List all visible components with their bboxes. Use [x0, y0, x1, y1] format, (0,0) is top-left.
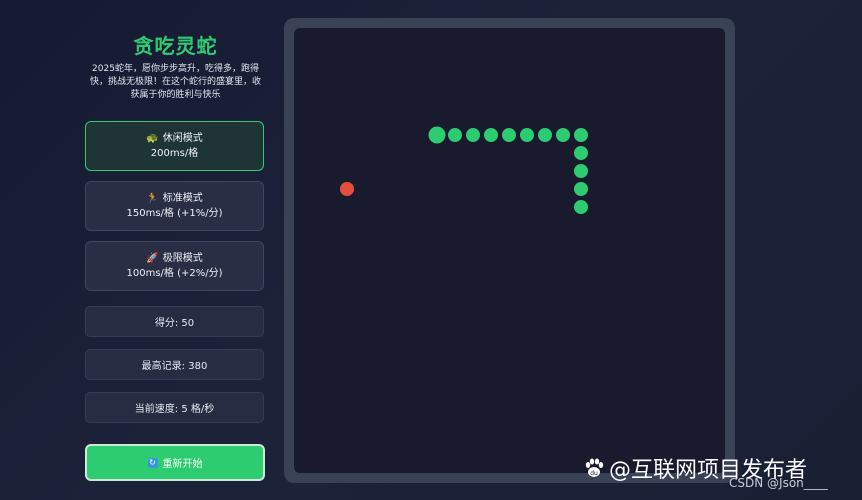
snake-segment: [466, 128, 480, 142]
snake-head: [428, 126, 446, 144]
mode-speed: 150ms/格 (+1%/分): [126, 208, 223, 219]
sidebar: 贪吃灵蛇 2025蛇年，愿你步步高升，吃得多，跑得快，挑战无极限！在这个蛇行的盛…: [85, 0, 266, 500]
snake-segment: [574, 164, 588, 178]
watermark-sub: CSDN @Json____: [729, 476, 828, 490]
snake-segment: [574, 128, 588, 142]
mode-button-extreme[interactable]: 🚀 极限模式 100ms/格 (+2%/分): [85, 241, 264, 291]
restart-icon: ↻: [147, 457, 158, 468]
snake-segment: [484, 128, 498, 142]
svg-text:du: du: [590, 470, 598, 477]
snake-segment: [448, 128, 462, 142]
mode-speed: 200ms/格: [150, 148, 199, 159]
turtle-icon: 🐢: [146, 133, 159, 144]
mode-button-casual[interactable]: 🐢 休闲模式 200ms/格: [85, 121, 264, 171]
mode-name: 极限模式: [162, 253, 203, 264]
game-title: 贪吃灵蛇: [133, 34, 218, 58]
snake-segment: [574, 146, 588, 160]
speed-display: 当前速度: 5 格/秒: [85, 392, 264, 423]
restart-button[interactable]: ↻ 重新开始: [85, 444, 265, 481]
restart-label: 重新开始: [162, 459, 203, 470]
paw-icon: du: [585, 458, 604, 477]
board-canvas: [340, 126, 588, 214]
mode-speed: 100ms/格 (+2%/分): [126, 268, 223, 279]
mode-button-standard[interactable]: 🏃 标准模式 150ms/格 (+1%/分): [85, 181, 264, 231]
mode-name: 标准模式: [162, 193, 203, 204]
snake-segment: [538, 128, 552, 142]
snake-segment: [574, 182, 588, 196]
snake-segment: [502, 128, 516, 142]
snake-segment: [520, 128, 534, 142]
snake-segment: [556, 128, 570, 142]
mode-name: 休闲模式: [162, 133, 203, 144]
game-board[interactable]: [294, 28, 725, 473]
snake-segment: [574, 200, 588, 214]
game-board-frame: [284, 18, 735, 483]
food-item: [340, 182, 354, 196]
runner-icon: 🏃: [146, 193, 159, 204]
rocket-icon: 🚀: [146, 253, 159, 264]
high-score-display: 最高记录: 380: [85, 349, 264, 380]
score-display: 得分: 50: [85, 306, 264, 337]
game-description: 2025蛇年，愿你步步高升，吃得多，跑得快，挑战无极限！在这个蛇行的盛宴里，收获…: [89, 64, 261, 100]
